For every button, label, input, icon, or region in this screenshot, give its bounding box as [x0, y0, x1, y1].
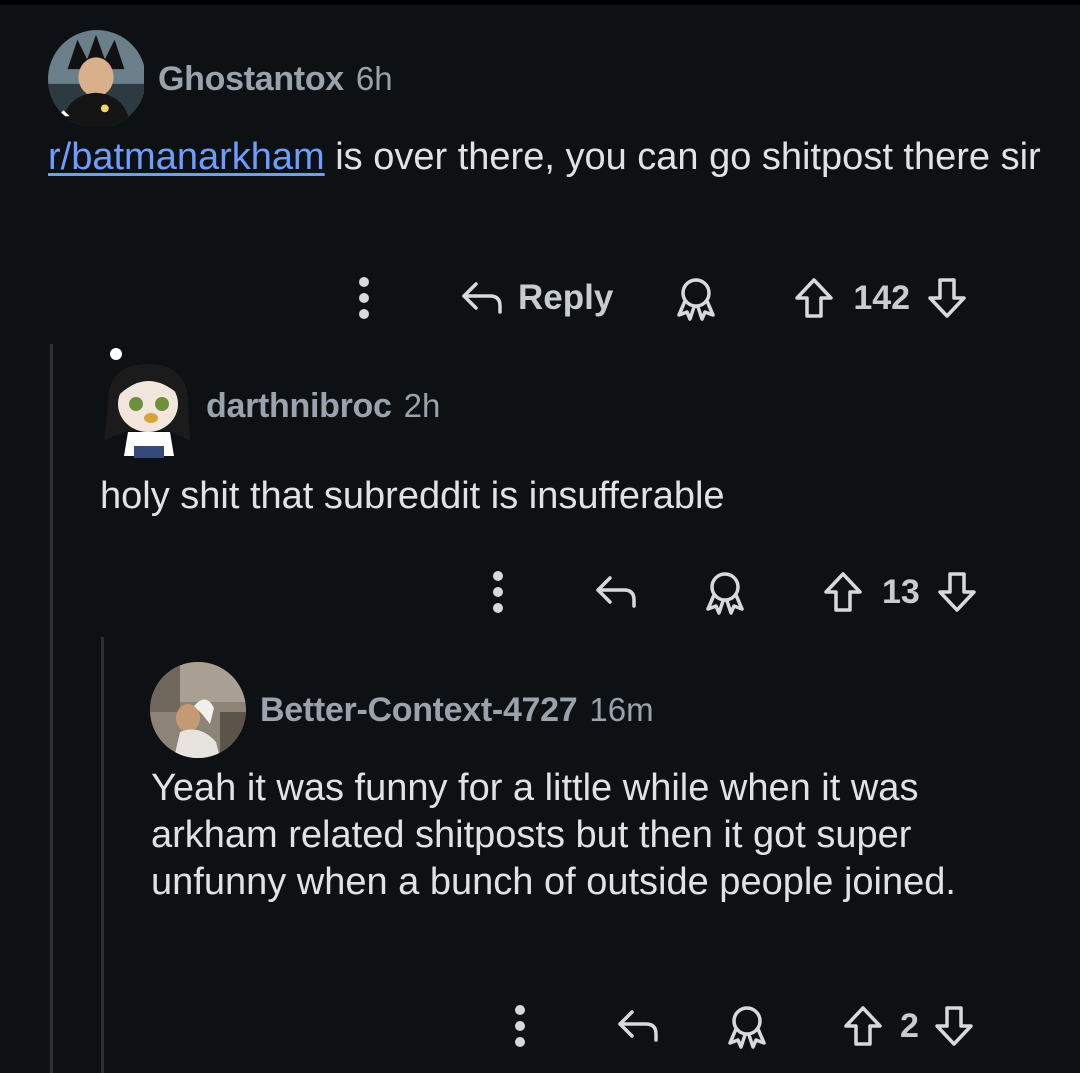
downvote-icon[interactable] [936, 570, 978, 614]
upvote-icon[interactable] [793, 276, 835, 320]
comment-actions: 2 [506, 1000, 975, 1052]
thread-line-level-1[interactable] [50, 344, 53, 1073]
avatar[interactable] [150, 662, 246, 758]
more-options-icon[interactable] [506, 1000, 534, 1052]
more-options-icon[interactable] [350, 272, 378, 324]
timestamp: 16m [589, 691, 654, 728]
comment-body: r/batmanarkham is over there, you can go… [48, 134, 1048, 181]
upvote-icon[interactable] [842, 1004, 884, 1048]
username[interactable]: darthnibroc [206, 387, 392, 426]
more-options-icon[interactable] [484, 566, 512, 618]
score: 13 [882, 572, 920, 611]
comment-header: darthnibroc 2h [98, 346, 440, 466]
reply-arrow-icon [462, 282, 502, 314]
comment-body: holy shit that subreddit is insufferable [100, 473, 1050, 520]
award-icon[interactable] [673, 275, 719, 321]
award-icon[interactable] [702, 569, 748, 615]
upvote-icon[interactable] [822, 570, 864, 614]
avatar[interactable] [98, 346, 196, 466]
award-icon[interactable] [724, 1003, 770, 1049]
timestamp: 2h [403, 387, 441, 424]
thread-line-level-2[interactable] [101, 637, 104, 1073]
score: 2 [900, 1006, 919, 1045]
comment-text: is over there, you can go shitpost there… [324, 136, 1041, 178]
reply-label[interactable]: Reply [518, 278, 613, 318]
score: 142 [853, 278, 911, 317]
comment-header: Ghostantox 6h [48, 30, 393, 128]
comment-actions: 13 [484, 566, 978, 618]
subreddit-link[interactable]: r/batmanarkham [48, 136, 325, 178]
downvote-icon[interactable] [933, 1004, 975, 1048]
avatar[interactable] [48, 30, 146, 128]
avatar-snoo-icon [104, 346, 190, 458]
downvote-icon[interactable] [926, 276, 968, 320]
avatar-goku-icon [48, 30, 144, 126]
reply-button[interactable]: Reply [460, 278, 613, 318]
comment-body: Yeah it was funny for a little while whe… [151, 765, 1031, 906]
comment-text: holy shit that subreddit is insufferable [100, 475, 725, 517]
username[interactable]: Ghostantox [158, 60, 344, 99]
username[interactable]: Better-Context-4727 [260, 691, 578, 730]
top-edge [0, 0, 1080, 5]
reply-arrow-icon[interactable] [594, 572, 638, 612]
reply-arrow-icon[interactable] [616, 1006, 660, 1046]
timestamp: 6h [355, 60, 393, 97]
comment-text: Yeah it was funny for a little while whe… [151, 767, 956, 903]
avatar-photo-icon [150, 662, 246, 758]
comment-header: Better-Context-4727 16m [150, 662, 654, 758]
comment-actions: Reply 142 [350, 272, 968, 324]
